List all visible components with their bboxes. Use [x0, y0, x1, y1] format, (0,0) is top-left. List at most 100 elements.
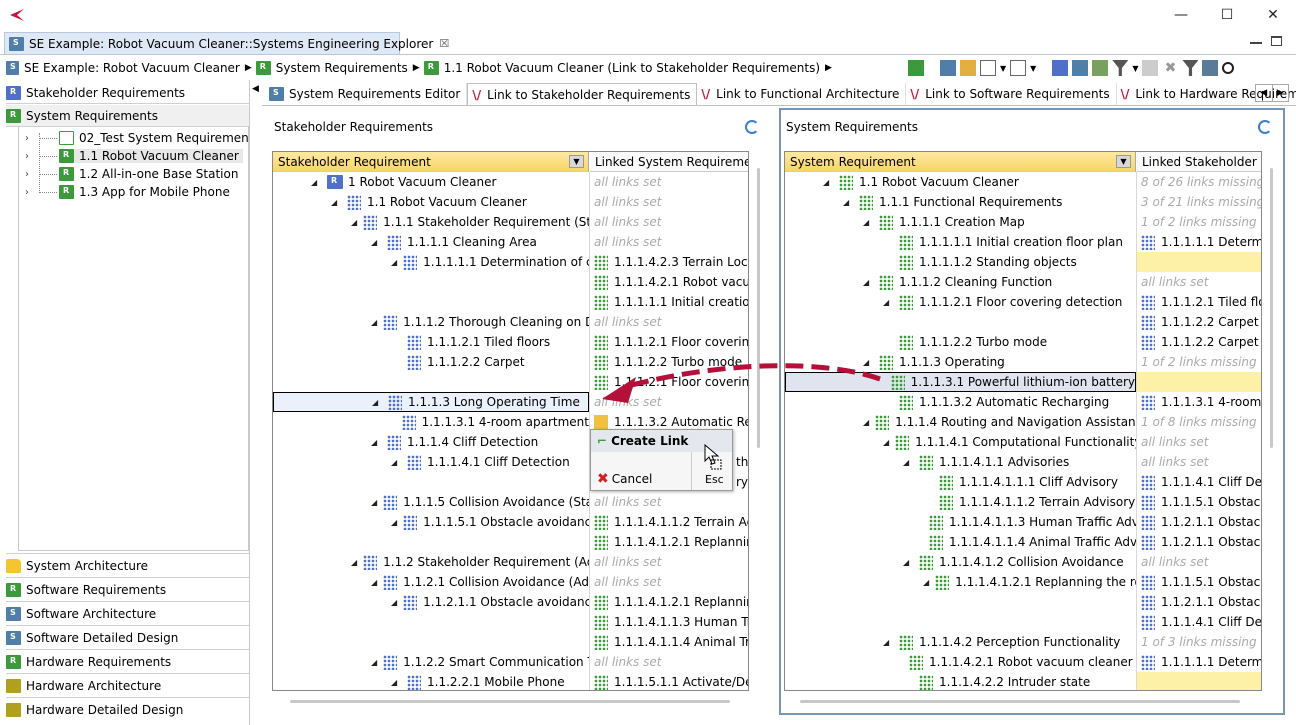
link-cell-11[interactable]: [1137, 372, 1261, 392]
column-header-linked-system-requirement[interactable]: Linked System Requirement: [590, 152, 748, 172]
grid-row-22[interactable]: [785, 592, 1136, 612]
link-cell-22[interactable]: 1.1.2.1.1 Obstacle av: [1137, 592, 1261, 612]
grid-row-20[interactable]: ◢ 1.1.1.4.1.2 Collision Avoidance: [785, 552, 1136, 572]
tree-item[interactable]: ›1.2 All-in-one Base Station: [19, 165, 248, 183]
grid-row-7[interactable]: [273, 292, 589, 312]
link-cell-15[interactable]: all links set: [1137, 452, 1261, 472]
refresh-icon[interactable]: [1258, 120, 1272, 134]
nav-system-architecture[interactable]: System Architecture: [6, 553, 249, 577]
grid-row-9[interactable]: 1.1.1.2.2 Turbo mode: [785, 332, 1136, 352]
grid-row-19[interactable]: 1.1.1.4.1.1.4 Animal Traffic Advisory: [785, 532, 1136, 552]
maximize-button[interactable]: ☐: [1204, 0, 1250, 30]
grid-row-13[interactable]: ◢ 1.1.1.4 Routing and Navigation Assistan…: [785, 412, 1136, 432]
grid-row-7[interactable]: ◢ 1.1.1.2.1 Floor covering detection: [785, 292, 1136, 312]
link-cell-6[interactable]: 1.1.1.4.2.1 Robot vacuum cl: [590, 272, 748, 292]
column-header-stakeholder-requirement[interactable]: Stakeholder Requirement ▼: [273, 152, 589, 172]
grid-row-24[interactable]: [273, 632, 589, 652]
expand-toggle-icon[interactable]: ◢: [372, 398, 382, 407]
expand-toggle-icon[interactable]: ◢: [331, 198, 341, 207]
link-cell-26[interactable]: [1137, 672, 1261, 690]
grid-row-26[interactable]: 1.1.1.4.2.2 Intruder state: [785, 672, 1136, 690]
column-menu-icon[interactable]: ▼: [569, 155, 584, 168]
tab-link-software-requirements[interactable]: \/Link to Software Requirements: [906, 83, 1117, 105]
grid-row-9[interactable]: 1.1.1.2.1 Tiled floors: [273, 332, 589, 352]
grid-row-18[interactable]: 1.1.1.4.1.1.3 Human Traffic Advisory: [785, 512, 1136, 532]
link-cell-17[interactable]: all links set: [590, 492, 748, 512]
link-cell-20[interactable]: all links set: [590, 552, 748, 572]
maximize-view-icon[interactable]: [1271, 36, 1282, 46]
breadcrumb-item-link-view[interactable]: 1.1 Robot Vacuum Cleaner (Link to Stakeh…: [423, 61, 820, 75]
grid-row-14[interactable]: ◢ 1.1.1.4.1 Computational Functionality: [785, 432, 1136, 452]
link-cell-9[interactable]: 1.1.1.2.2 Carpet: [1137, 332, 1261, 352]
nav-software-requirements[interactable]: Software Requirements: [6, 577, 249, 601]
expand-toggle-icon[interactable]: ◢: [311, 178, 321, 187]
link-cell-14[interactable]: all links set: [1137, 432, 1261, 452]
grid-row-16[interactable]: [273, 472, 589, 492]
close-tab-icon[interactable]: ☒: [439, 37, 449, 50]
link-cell-6[interactable]: all links set: [1137, 272, 1261, 292]
expand-toggle-icon[interactable]: ◢: [923, 578, 929, 587]
vertical-scrollbar[interactable]: [1270, 168, 1273, 448]
grid-row-16[interactable]: 1.1.1.4.1.1.1 Cliff Advisory: [785, 472, 1136, 492]
link-cell-24[interactable]: 1.1.1.4.1.1.4 Animal Traffic: [590, 632, 748, 652]
grid-row-25[interactable]: 1.1.1.4.2.1 Robot vacuum cleaner state: [785, 652, 1136, 672]
save-icon[interactable]: [1142, 60, 1159, 76]
grid-row-11[interactable]: [273, 372, 589, 392]
expand-toggle-icon[interactable]: ◢: [883, 298, 893, 307]
grid-row-5[interactable]: 1.1.1.1.2 Standing objects: [785, 252, 1136, 272]
link-cell-18[interactable]: 1.1.2.1.1 Obstacle av: [1137, 512, 1261, 532]
minimize-view-icon[interactable]: [1250, 34, 1262, 44]
link-cell-12[interactable]: 1.1.1.3.1 4-room apa: [1137, 392, 1261, 412]
expand-toggle-icon[interactable]: ◢: [903, 558, 913, 567]
link-cell-25[interactable]: 1.1.1.1.1 Determinat: [1137, 652, 1261, 672]
link-cell-5[interactable]: 1.1.1.4.2.3 Terrain Localizat: [590, 252, 748, 272]
link-cell-20[interactable]: all links set: [1137, 552, 1261, 572]
link-cell-9[interactable]: 1.1.1.2.1 Floor covering det: [590, 332, 748, 352]
grid-row-1[interactable]: ◢ 1 Robot Vacuum Cleaner: [273, 172, 589, 192]
tab-link-functional-architecture[interactable]: \/Link to Functional Architecture: [697, 83, 907, 105]
column-menu-icon[interactable]: ▼: [1116, 155, 1131, 168]
grid-row-24[interactable]: ◢ 1.1.1.4.2 Perception Functionality: [785, 632, 1136, 652]
excel-export-icon[interactable]: [908, 60, 924, 76]
link-cell-5[interactable]: [1137, 252, 1261, 272]
link-editor-icon[interactable]: [1052, 60, 1069, 76]
expand-toggle-icon[interactable]: ◢: [391, 678, 401, 687]
nav-hardware-architecture[interactable]: Hardware Architecture: [6, 673, 249, 697]
chevron-right-icon[interactable]: ›: [25, 133, 29, 144]
hierarchy-icon[interactable]: [1072, 60, 1089, 76]
grid-row-17[interactable]: ◢ 1.1.1.5 Collision Avoidance (Standa...: [273, 492, 589, 512]
grid-row-8[interactable]: ◢ 1.1.1.2 Thorough Cleaning on Diffe...: [273, 312, 589, 332]
expand-toggle-icon[interactable]: ◢: [371, 318, 377, 327]
column-header-system-requirement[interactable]: System Requirement ▼: [785, 152, 1136, 172]
tree-item[interactable]: › 02_Test System Requirements: [19, 129, 248, 147]
link-cell-4[interactable]: 1.1.1.1.1 Determinat: [1137, 232, 1261, 252]
breadcrumb-arrow-icon[interactable]: ▶: [825, 63, 832, 73]
filter-icon[interactable]: [1112, 60, 1129, 76]
link-cell-2[interactable]: all links set: [590, 192, 748, 212]
breadcrumb-arrow-icon[interactable]: ▶: [245, 63, 252, 73]
structure-icon[interactable]: [1202, 60, 1219, 76]
grid-row-21[interactable]: ◢ 1.1.2.1 Collision Avoidance (Adva...: [273, 572, 589, 592]
grid-row-25[interactable]: ◢ 1.1.2.2 Smart Communication Tec...: [273, 652, 589, 672]
search-icon[interactable]: [1222, 62, 1235, 74]
horizontal-scrollbar[interactable]: [290, 700, 730, 703]
expand-icon[interactable]: [1010, 60, 1027, 76]
link-cell-21[interactable]: 1.1.1.5.1 Obstacle av: [1137, 572, 1261, 592]
expand-toggle-icon[interactable]: ◢: [391, 518, 397, 527]
grid-row-4[interactable]: 1.1.1.1.1 Initial creation floor plan: [785, 232, 1136, 252]
expand-toggle-icon[interactable]: ◢: [371, 238, 381, 247]
grid-row-6[interactable]: ◢ 1.1.1.2 Cleaning Function: [785, 272, 1136, 292]
close-window-button[interactable]: ✕: [1250, 0, 1296, 30]
tree-item[interactable]: ›1.3 App for Mobile Phone: [19, 183, 248, 201]
link-cell-25[interactable]: all links set: [590, 652, 748, 672]
link-cell-24[interactable]: 1 of 3 links missing: [1137, 632, 1261, 652]
link-cell-3[interactable]: 1 of 2 links missing: [1137, 212, 1261, 232]
link-cell-7[interactable]: 1.1.1.2.1 Tiled floors: [1137, 292, 1261, 312]
link-cell-1[interactable]: 8 of 26 links missing: [1137, 172, 1261, 192]
expand-toggle-icon[interactable]: ◢: [863, 418, 869, 427]
link-cell-16[interactable]: 1.1.1.4.1 Cliff Detect: [1137, 472, 1261, 492]
breadcrumb-item-project[interactable]: SE Example: Robot Vacuum Cleaner: [6, 61, 240, 75]
grid-row-3[interactable]: ◢ 1.1.1 Stakeholder Requirement (Standa..…: [273, 212, 589, 232]
expand-toggle-icon[interactable]: ◢: [371, 438, 381, 447]
link-cell-19[interactable]: 1.1.2.1.1 Obstacle av: [1137, 532, 1261, 552]
